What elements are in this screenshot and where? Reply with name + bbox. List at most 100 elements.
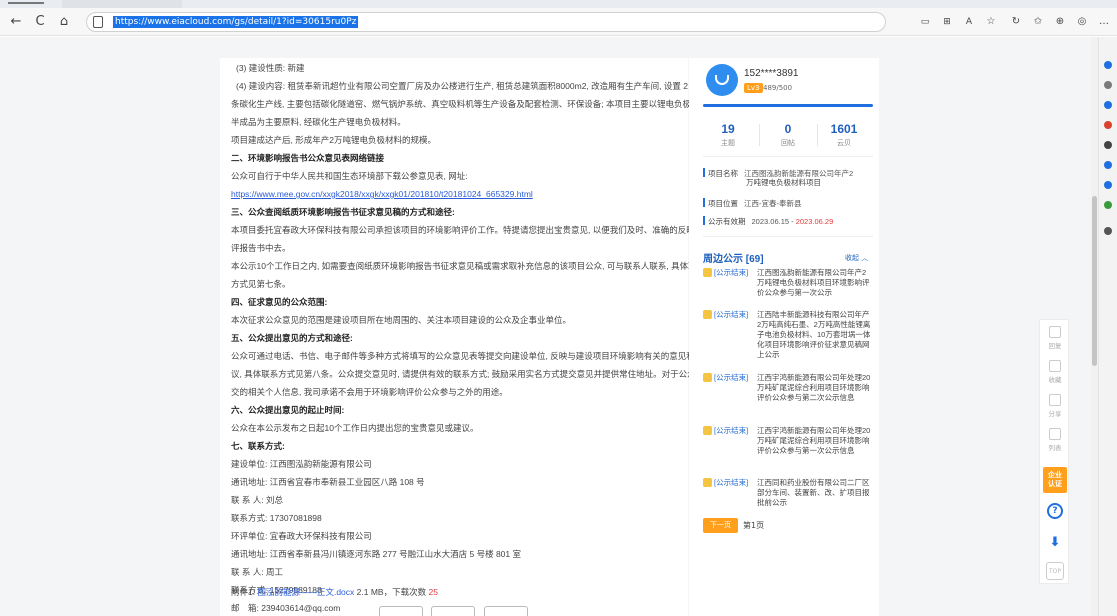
notice-period-start: 2023.06.15 - xyxy=(751,217,796,226)
help-icon[interactable]: ? xyxy=(1047,503,1063,519)
stat-coins-count[interactable]: 1601 xyxy=(819,122,869,136)
back-to-top-icon[interactable]: TOP xyxy=(1046,562,1064,580)
notice-title[interactable]: 江西宇鸿新能源有限公司年处理20万吨矿尾泥综合利用项目环境影响评价公众参与第一次… xyxy=(757,426,871,456)
notice-title[interactable]: 江西同和药业股份有限公司二厂区部分车间、装置新、改、扩项目报批前公示 xyxy=(757,478,871,508)
notice-folder-icon xyxy=(703,426,712,435)
collections-icon[interactable]: ⊕ xyxy=(1050,12,1070,32)
nearby-notice-item[interactable]: [公示结束] 江西图泓韵新能源有限公司年产2万吨锂电负极材料项目环境影响评价公众… xyxy=(703,268,873,308)
lock-icon xyxy=(93,16,103,28)
article-line: 公众可通过电话、书信、电子邮件等多种方式将填写的公众意见表等提交向建设单位, 反… xyxy=(231,351,704,361)
profile-icon[interactable]: ◎ xyxy=(1072,12,1092,32)
home-icon[interactable]: ⌂ xyxy=(54,12,74,32)
project-location-row: 项目位置 江西-宜春-奉新县 xyxy=(703,198,802,209)
favorites-icon[interactable]: ✩ xyxy=(1028,12,1048,32)
accent-bar xyxy=(703,104,873,107)
notice-folder-icon xyxy=(703,268,712,277)
reader-view-icon[interactable]: ▭ xyxy=(915,12,935,32)
section-heading: 六、公众提出意见的起止时间: xyxy=(231,405,345,415)
sidebar-office-icon[interactable] xyxy=(1104,141,1112,149)
attachment-row: 附件1: 图泓韵能源——正文.docx 2.1 MB，下载次数 25 xyxy=(231,586,438,598)
action-button[interactable] xyxy=(379,606,423,616)
collapse-toggle[interactable]: 收起 ︿ xyxy=(845,253,868,263)
next-page-button[interactable]: 下一页 xyxy=(703,518,738,533)
favorite-tool[interactable]: 收藏 xyxy=(1040,360,1070,384)
nearby-notice-item[interactable]: [公示结束] 江西宇鸿新能源有限公司年处理20万吨矿尾泥综合利用项目环境影响评价… xyxy=(703,373,873,423)
section-heading: 二、环境影响报告书公众意见表网络链接 xyxy=(231,153,385,163)
stat-divider xyxy=(817,124,818,146)
project-name-value-line2: 万吨锂电负极材料项目 xyxy=(746,178,821,187)
sidebar-outlook-icon[interactable] xyxy=(1104,161,1112,169)
notice-period-key: 公示有效期 xyxy=(708,217,746,226)
article-line: 项目建成达产后, 形成年产2万吨锂电负极材料的规模。 xyxy=(231,135,436,145)
article-line: 议, 具体联系方式见第八条。公众提交意见时, 请提供有效的联系方式; 鼓励采用实… xyxy=(231,369,705,379)
sidebar-tools-icon[interactable] xyxy=(1104,101,1112,109)
favorite-star-icon[interactable]: ☆ xyxy=(981,12,1001,32)
read-aloud-icon[interactable]: A xyxy=(959,12,979,32)
notice-status-tag: [公示结束] xyxy=(714,478,749,487)
page-indicator: 第1页 xyxy=(743,521,765,530)
sidebar-search-icon[interactable] xyxy=(1104,61,1112,69)
notice-folder-icon xyxy=(703,310,712,319)
edge-sidebar xyxy=(1098,37,1117,616)
divider xyxy=(703,236,873,237)
notice-title[interactable]: 江西陆丰新能源科技有限公司年产2万吨高纯石墨、2万吨高性能锂离子电池负极材料、1… xyxy=(757,310,871,360)
action-button[interactable] xyxy=(484,606,528,616)
sidebar-shopping-icon[interactable] xyxy=(1104,81,1112,89)
sidebar-add-icon[interactable] xyxy=(1104,227,1112,235)
window-controls[interactable] xyxy=(8,2,44,6)
list-label: 列表 xyxy=(1048,444,1062,452)
level-score: 489/500 xyxy=(763,84,793,92)
attachment-meta: 2.1 MB，下载次数 xyxy=(356,587,427,597)
stat-topics-count[interactable]: 19 xyxy=(703,122,753,136)
notice-period-end: 2023.06.29 xyxy=(795,217,834,226)
list-tool[interactable]: 列表 xyxy=(1040,428,1070,452)
stat-replies-count[interactable]: 0 xyxy=(763,122,813,136)
article-line: 交的相关个人信息, 我司承诺不会用于环境影响评价公众参与之外的用途。 xyxy=(231,387,508,397)
scrollbar-thumb[interactable] xyxy=(1092,196,1097,366)
contact-line: 联 系 人: 刘总 xyxy=(231,495,283,505)
address-bar[interactable]: https://www.eiacloud.com/gs/detail/1?id=… xyxy=(86,12,886,32)
back-icon[interactable]: ← xyxy=(6,12,26,32)
divider xyxy=(703,156,873,157)
contact-line: 联系方式: 17307081898 xyxy=(231,513,322,523)
nearby-notice-item[interactable]: [公示结束] 江西宇鸿新能源有限公司年处理20万吨矿尾泥综合利用项目环境影响评价… xyxy=(703,426,873,476)
article-line: (3) 建设性质: 新建 xyxy=(236,63,305,73)
nearby-notice-item[interactable]: [公示结束] 江西同和药业股份有限公司二厂区部分车间、装置新、改、扩项目报批前公… xyxy=(703,478,873,518)
notice-period-row: 公示有效期 2023.06.15 - 2023.06.29 xyxy=(703,216,833,227)
sidebar-drop-icon[interactable] xyxy=(1104,201,1112,209)
refresh-icon[interactable]: C xyxy=(30,12,50,32)
article-line: 本公示10个工作日之内, 如需要查阅纸质环境影响报告书征求意见稿或需求取补充信息… xyxy=(231,261,706,271)
notice-title[interactable]: 江西图泓韵新能源有限公司年产2万吨锂电负极材料项目环境影响评价公众参与第一次公示 xyxy=(757,268,871,298)
sidebar-bing-icon[interactable] xyxy=(1104,181,1112,189)
section-heading: 三、公众查阅纸质环境影响报告书征求意见稿的方式和途径: xyxy=(231,207,455,217)
share-tool[interactable]: 分享 xyxy=(1040,394,1070,418)
project-location-value: 江西-宜春-奉新县 xyxy=(744,199,802,208)
nearby-notice-item[interactable]: [公示结束] 江西陆丰新能源科技有限公司年产2万吨高纯石墨、2万吨高性能锂离子电… xyxy=(703,310,873,370)
notice-folder-icon xyxy=(703,373,712,382)
star-icon xyxy=(1049,360,1061,372)
level-badge: Lv3 xyxy=(744,83,763,93)
sidebar-games-icon[interactable] xyxy=(1104,121,1112,129)
action-button[interactable] xyxy=(431,606,475,616)
more-icon[interactable]: … xyxy=(1094,12,1114,32)
contact-line: 联 系 人: 周工 xyxy=(231,567,283,577)
contact-line: 邮 箱: 239403614@qq.com xyxy=(231,603,341,613)
attachment-prefix: 附件1: xyxy=(231,587,256,597)
notice-title[interactable]: 江西宇鸿新能源有限公司年处理20万吨矿尾泥综合利用项目环境影响评价公众参与第二次… xyxy=(757,373,871,403)
attachment-link[interactable]: 图泓韵能源——正文.docx xyxy=(257,587,354,597)
username[interactable]: 152****3891 xyxy=(744,68,799,79)
url-text[interactable]: https://www.eiacloud.com/gs/detail/1?id=… xyxy=(113,16,359,28)
notice-status-tag: [公示结束] xyxy=(714,310,749,319)
mee-link[interactable]: https://www.mee.gov.cn/xxgk2018/xxgk/xxg… xyxy=(231,188,533,200)
enterprise-cert-button[interactable]: 企业 认证 xyxy=(1043,467,1067,493)
browser-tab[interactable] xyxy=(62,0,182,8)
grid-icon[interactable]: ⊞ xyxy=(937,12,957,32)
avatar[interactable] xyxy=(706,64,738,96)
article-line: 半成品为主要原料, 经碳化生产锂电负极材料。 xyxy=(231,117,406,127)
reply-tool[interactable]: 回复 xyxy=(1040,326,1070,350)
download-icon[interactable]: ⬇ xyxy=(1048,535,1062,551)
contact-line: 建设单位: 江西图泓韵新能源有限公司 xyxy=(231,459,372,469)
article-line: 条碳化生产线, 主要包括碳化隧道窑、燃气锅炉系统、真空吸料机等生产设备及配套检测… xyxy=(231,99,708,109)
avatar-face-icon xyxy=(715,75,729,85)
refresh-ext-icon[interactable]: ↻ xyxy=(1006,12,1026,32)
